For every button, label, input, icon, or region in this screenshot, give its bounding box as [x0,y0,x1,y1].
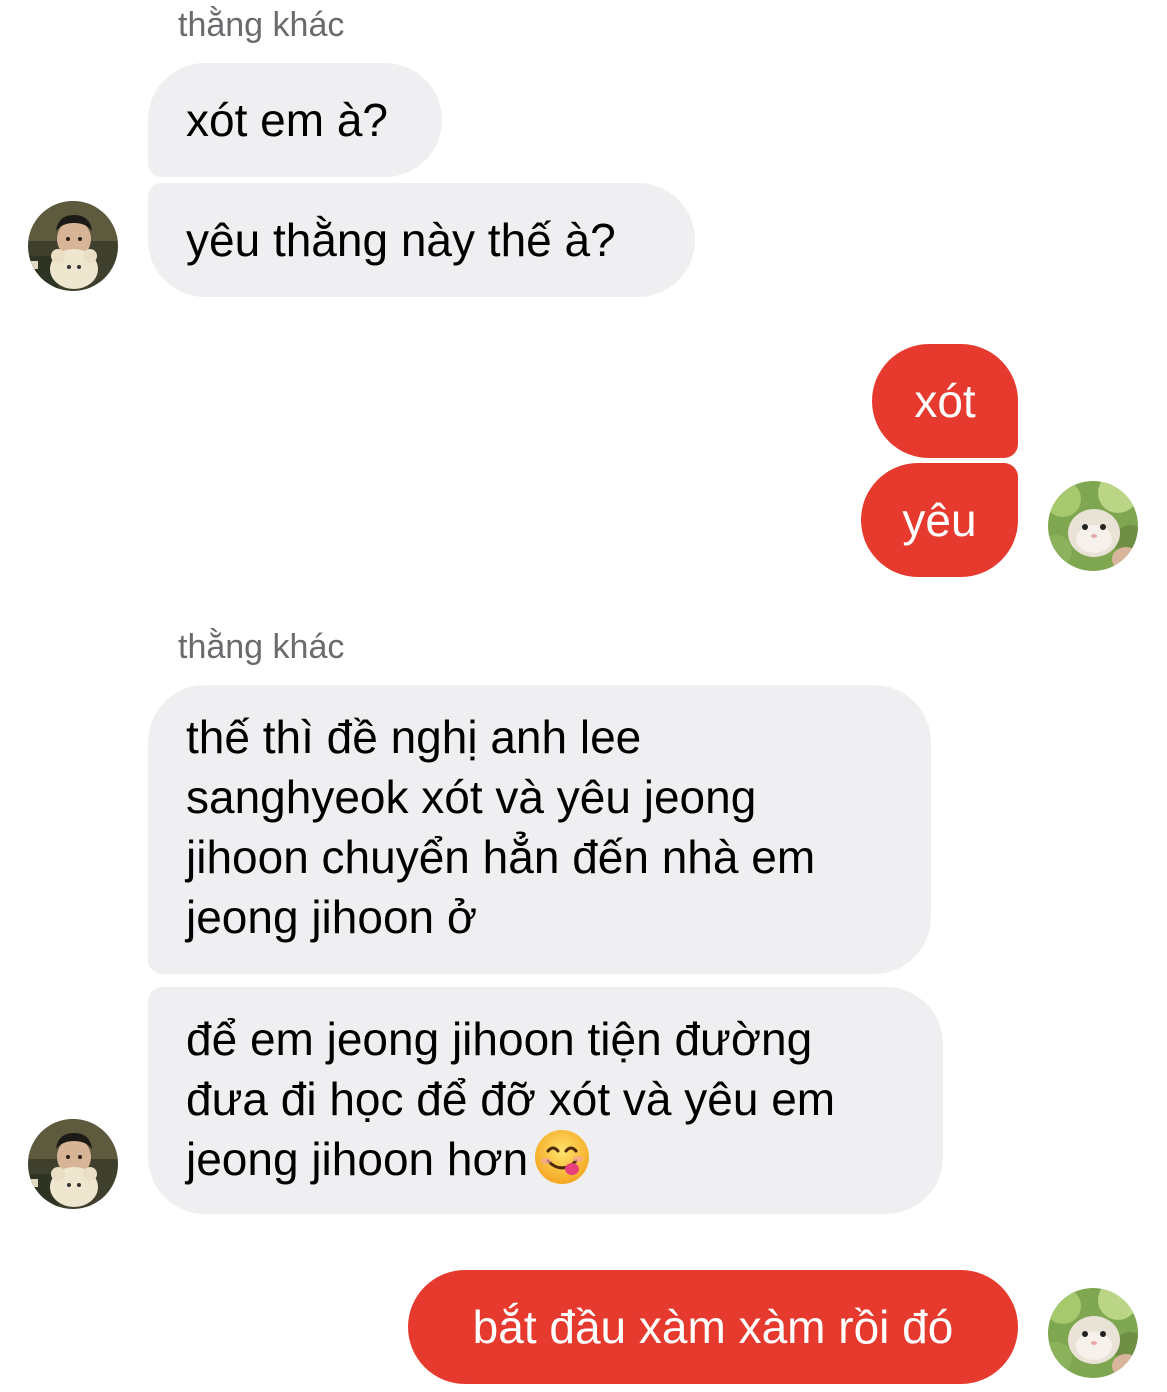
message-bubble-outgoing[interactable]: bắt đầu xàm xàm rồi đó [408,1270,1018,1384]
sender-name: thằng khác [178,6,345,44]
message-text: xót [914,375,976,427]
face-savoring-food-icon [534,1129,590,1199]
child-with-teddy-bear-photo-icon [28,201,118,291]
message-line: để em jeong jihoon tiện đường [186,1013,813,1065]
message-text: yêu thằng này thế à? [186,214,616,266]
message-line: đưa đi học để đỡ xót và yêu em [186,1073,836,1125]
message-line: sanghyeok xót và yêu jeong [186,771,757,823]
my-avatar[interactable] [1048,1288,1138,1378]
message-line: jeong jihoon ở [186,891,478,943]
hamster-in-lettuce-photo-icon [1048,481,1138,571]
message-text: yêu [902,494,977,546]
sender-name: thằng khác [178,628,345,666]
message-bubble-outgoing[interactable]: yêu [861,463,1018,577]
message-line: thế thì đề nghị anh lee [186,711,642,763]
my-avatar[interactable] [1048,481,1138,571]
contact-avatar[interactable] [28,201,118,291]
message-bubble-incoming[interactable]: thế thì đề nghị anh lee sanghyeok xót và… [148,685,931,974]
message-line: jihoon chuyển hẳn đến nhà em [186,831,816,883]
child-with-teddy-bear-photo-icon [28,1119,118,1209]
message-text: bắt đầu xàm xàm rồi đó [472,1301,954,1353]
message-bubble-outgoing[interactable]: xót [872,344,1018,458]
message-text: xót em à? [186,94,388,146]
message-bubble-incoming[interactable]: yêu thằng này thế à? [148,183,695,297]
message-bubble-incoming[interactable]: xót em à? [148,63,442,177]
message-line: jeong jihoon hơn [186,1133,529,1185]
message-line-with-emoji: jeong jihoon hơn [186,1129,907,1199]
hamster-in-lettuce-photo-icon [1048,1288,1138,1378]
contact-avatar[interactable] [28,1119,118,1209]
message-bubble-incoming[interactable]: để em jeong jihoon tiện đường đưa đi học… [148,987,943,1214]
